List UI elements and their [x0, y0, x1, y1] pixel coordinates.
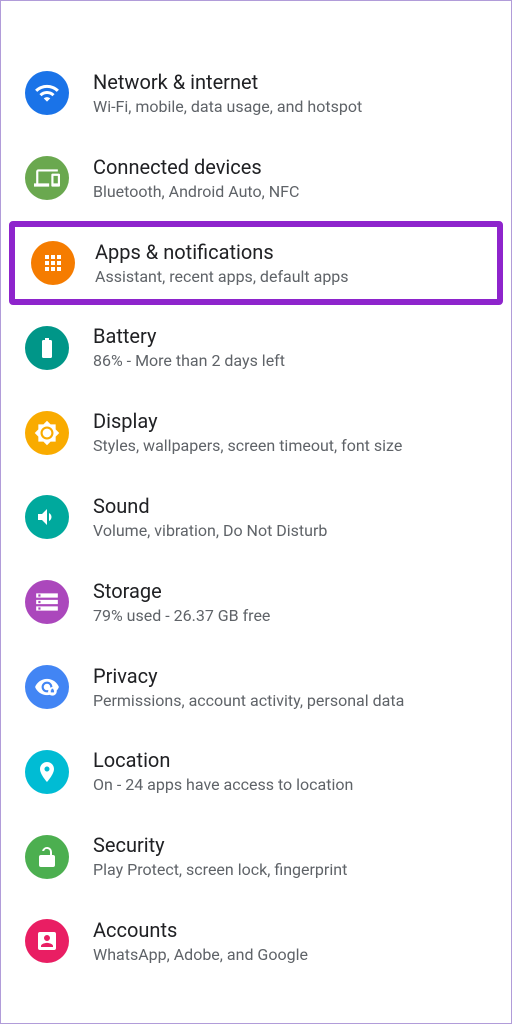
settings-item-security[interactable]: Security Play Protect, screen lock, fing… [1, 814, 511, 899]
settings-item-text: Location On - 24 apps have access to loc… [93, 747, 487, 796]
settings-item-text: Sound Volume, vibration, Do Not Disturb [93, 493, 487, 542]
sound-icon [25, 495, 69, 539]
settings-item-title: Privacy [93, 663, 487, 689]
settings-item-subtitle: Assistant, recent apps, default apps [95, 267, 481, 288]
settings-item-title: Sound [93, 493, 487, 519]
settings-item-display[interactable]: Display Styles, wallpapers, screen timeo… [1, 390, 511, 475]
settings-item-title: Security [93, 832, 487, 858]
location-icon [25, 750, 69, 794]
devices-icon [25, 156, 69, 200]
settings-item-location[interactable]: Location On - 24 apps have access to loc… [1, 729, 511, 814]
settings-item-storage[interactable]: Storage 79% used - 26.37 GB free [1, 560, 511, 645]
settings-item-subtitle: WhatsApp, Adobe, and Google [93, 945, 487, 966]
privacy-icon [25, 665, 69, 709]
settings-item-title: Storage [93, 578, 487, 604]
accounts-icon [25, 919, 69, 963]
wifi-icon [25, 71, 69, 115]
settings-item-title: Display [93, 408, 487, 434]
settings-item-subtitle: 79% used - 26.37 GB free [93, 606, 487, 627]
settings-item-text: Privacy Permissions, account activity, p… [93, 663, 487, 712]
settings-item-subtitle: Wi-Fi, mobile, data usage, and hotspot [93, 97, 487, 118]
settings-item-connected[interactable]: Connected devices Bluetooth, Android Aut… [1, 136, 511, 221]
settings-item-battery[interactable]: Battery 86% - More than 2 days left [1, 305, 511, 390]
settings-item-text: Accounts WhatsApp, Adobe, and Google [93, 917, 487, 966]
settings-item-network[interactable]: Network & internet Wi-Fi, mobile, data u… [1, 51, 511, 136]
settings-item-subtitle: Bluetooth, Android Auto, NFC [93, 182, 487, 203]
settings-item-text: Apps & notifications Assistant, recent a… [95, 239, 481, 288]
settings-item-text: Storage 79% used - 26.37 GB free [93, 578, 487, 627]
settings-item-text: Network & internet Wi-Fi, mobile, data u… [93, 69, 487, 118]
settings-item-title: Connected devices [93, 154, 487, 180]
settings-item-subtitle: On - 24 apps have access to location [93, 775, 487, 796]
settings-item-text: Battery 86% - More than 2 days left [93, 323, 487, 372]
settings-item-title: Location [93, 747, 487, 773]
settings-item-subtitle: Permissions, account activity, personal … [93, 691, 487, 712]
security-icon [25, 835, 69, 879]
settings-item-title: Accounts [93, 917, 487, 943]
settings-item-subtitle: Volume, vibration, Do Not Disturb [93, 521, 487, 542]
settings-item-apps[interactable]: Apps & notifications Assistant, recent a… [9, 221, 503, 306]
settings-list: Network & internet Wi-Fi, mobile, data u… [1, 1, 511, 1004]
settings-item-text: Security Play Protect, screen lock, fing… [93, 832, 487, 881]
settings-item-title: Network & internet [93, 69, 487, 95]
settings-item-subtitle: 86% - More than 2 days left [93, 351, 487, 372]
settings-item-subtitle: Play Protect, screen lock, fingerprint [93, 860, 487, 881]
settings-item-title: Apps & notifications [95, 239, 481, 265]
battery-icon [25, 326, 69, 370]
settings-item-text: Connected devices Bluetooth, Android Aut… [93, 154, 487, 203]
settings-item-accounts[interactable]: Accounts WhatsApp, Adobe, and Google [1, 899, 511, 984]
settings-item-title: Battery [93, 323, 487, 349]
settings-item-text: Display Styles, wallpapers, screen timeo… [93, 408, 487, 457]
storage-icon [25, 580, 69, 624]
display-icon [25, 411, 69, 455]
settings-item-privacy[interactable]: Privacy Permissions, account activity, p… [1, 645, 511, 730]
settings-item-sound[interactable]: Sound Volume, vibration, Do Not Disturb [1, 475, 511, 560]
apps-icon [31, 241, 75, 285]
settings-item-subtitle: Styles, wallpapers, screen timeout, font… [93, 436, 487, 457]
